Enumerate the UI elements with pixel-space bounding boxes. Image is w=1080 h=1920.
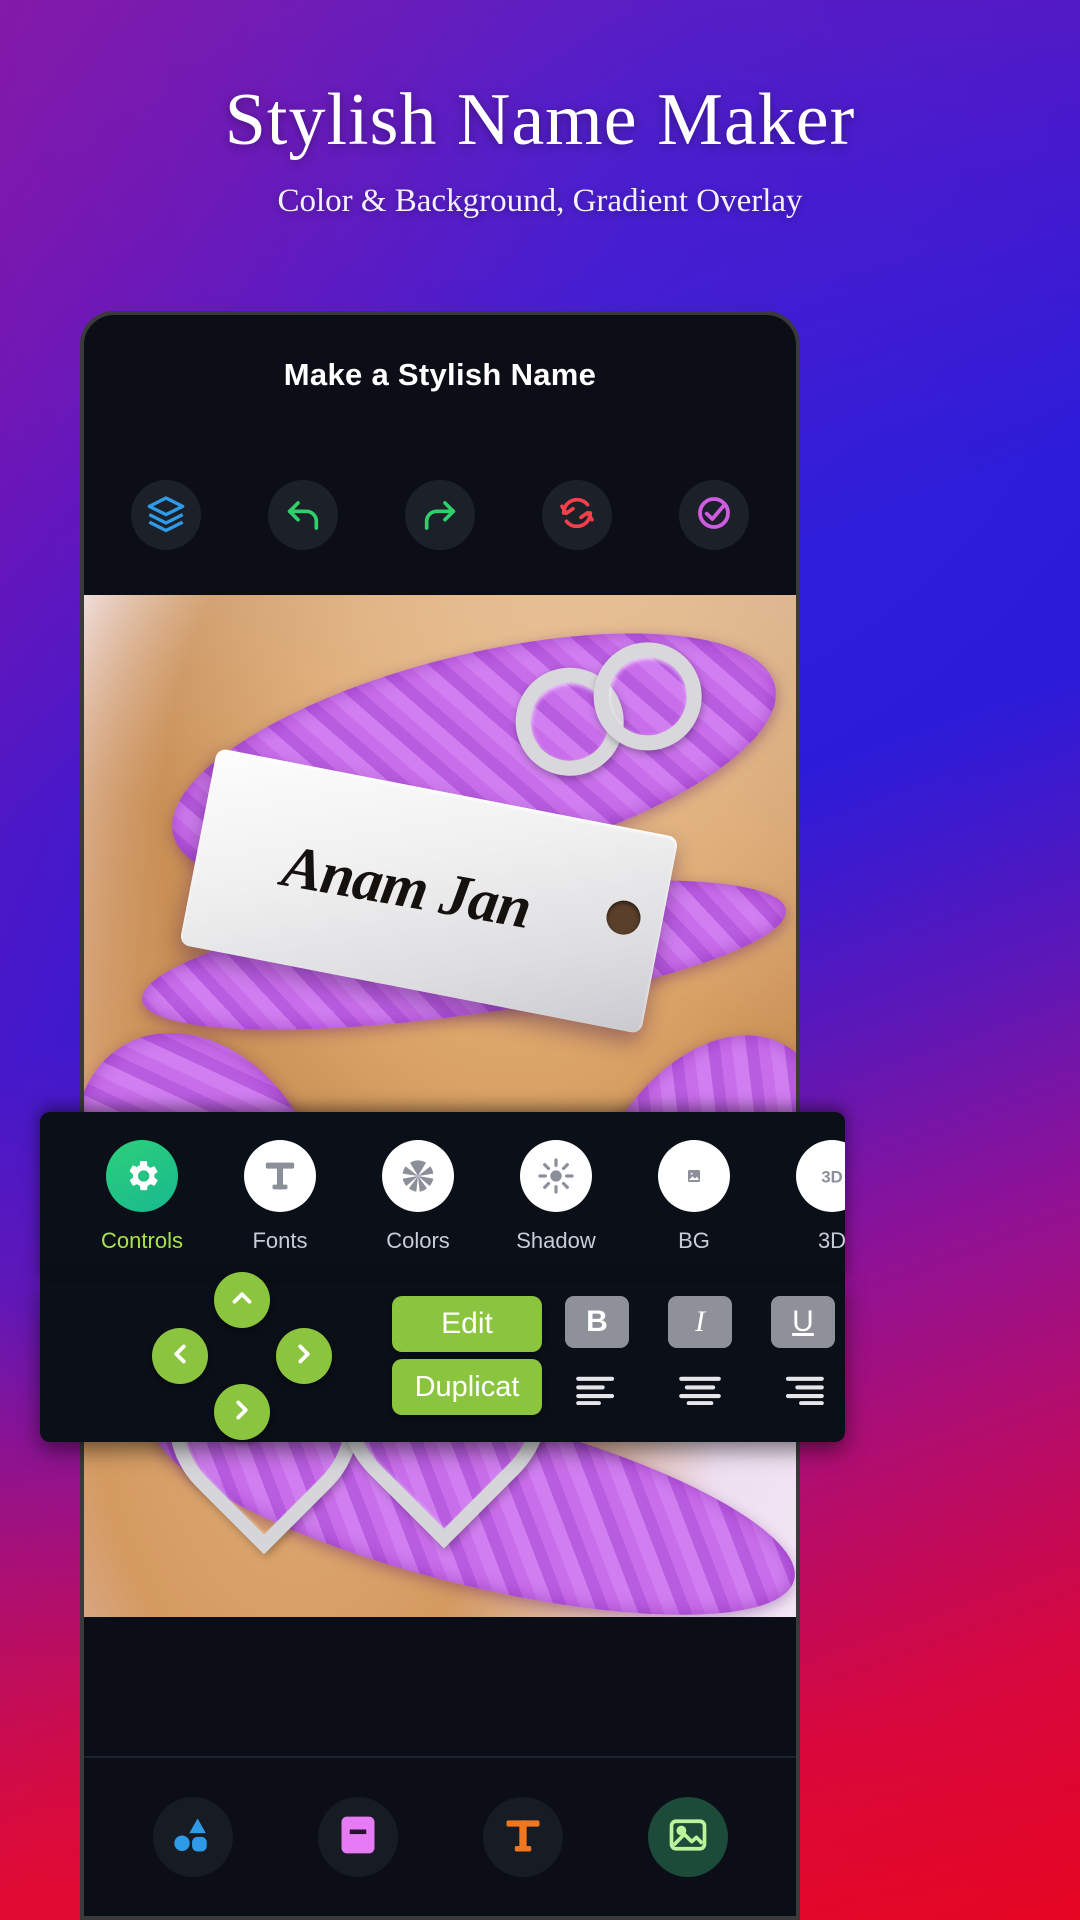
- editor-toolbar: [84, 435, 796, 595]
- tab-colors-label: Colors: [386, 1228, 450, 1253]
- text-icon: [501, 1813, 545, 1862]
- align-center-button[interactable]: [668, 1370, 732, 1414]
- text-t-icon: [244, 1140, 316, 1212]
- text-align-row: [565, 1370, 835, 1414]
- done-icon: [694, 493, 734, 538]
- italic-button[interactable]: I: [668, 1296, 732, 1348]
- move-down-button[interactable]: [214, 1384, 270, 1440]
- app-header-title: Make a Stylish Name: [283, 357, 597, 392]
- tab-shadow[interactable]: Shadow: [516, 1140, 596, 1254]
- controls-panel: Edit Duplicat B I U: [40, 1272, 845, 1442]
- move-left-button[interactable]: [152, 1328, 208, 1384]
- move-right-button[interactable]: [276, 1328, 332, 1384]
- undo-button[interactable]: [268, 480, 339, 550]
- tab-fonts-label: Fonts: [252, 1228, 308, 1253]
- tab-3d[interactable]: 3D 3D: [792, 1140, 845, 1254]
- reset-button[interactable]: [541, 480, 612, 550]
- edit-actions: Edit Duplicat: [392, 1296, 542, 1415]
- shapes-icon: [171, 1813, 215, 1862]
- cube-3d-icon: 3D: [796, 1140, 845, 1212]
- tab-controls[interactable]: Controls: [101, 1140, 183, 1254]
- template-icon: [336, 1813, 380, 1862]
- bold-button[interactable]: B: [565, 1296, 629, 1348]
- chevron-left-icon: [165, 1339, 195, 1374]
- reset-icon: [557, 493, 597, 538]
- app-header: Make a Stylish Name: [84, 315, 796, 435]
- sun-icon: [520, 1140, 592, 1212]
- promo-headline: Stylish Name Maker Color & Background, G…: [0, 78, 1080, 220]
- align-center-icon: [677, 1375, 723, 1410]
- design-canvas[interactable]: Anam Jan: [84, 595, 796, 1617]
- chevron-down-icon: [227, 1395, 257, 1430]
- tab-bg-label: BG: [678, 1228, 710, 1253]
- chevron-right-icon: [289, 1339, 319, 1374]
- color-wheel-icon: [382, 1140, 454, 1212]
- redo-icon: [420, 493, 460, 538]
- svg-text:3D: 3D: [821, 1168, 842, 1187]
- tab-fonts[interactable]: Fonts: [240, 1140, 320, 1254]
- done-button[interactable]: [678, 480, 749, 550]
- tab-controls-label: Controls: [101, 1228, 183, 1253]
- gear-icon: [106, 1140, 178, 1212]
- template-button[interactable]: [317, 1797, 398, 1877]
- underline-button[interactable]: U: [771, 1296, 835, 1348]
- name-text[interactable]: Anam Jan: [277, 831, 536, 942]
- gallery-icon: [666, 1813, 710, 1862]
- layers-icon: [146, 493, 186, 538]
- text-button[interactable]: [482, 1797, 563, 1877]
- tab-shadow-label: Shadow: [516, 1228, 596, 1253]
- shapes-button[interactable]: [152, 1797, 233, 1877]
- layers-button[interactable]: [131, 480, 202, 550]
- bottom-navigation: [84, 1756, 796, 1916]
- chevron-up-icon: [227, 1283, 257, 1318]
- tab-3d-label: 3D: [817, 1228, 845, 1253]
- editor-tab-strip[interactable]: Controls Fonts Colors Shadow BG 3D 3D: [40, 1112, 845, 1282]
- duplicate-button[interactable]: Duplicat: [392, 1359, 542, 1415]
- align-right-button[interactable]: [771, 1370, 835, 1414]
- align-left-button[interactable]: [565, 1370, 629, 1414]
- text-style-row: B I U: [565, 1296, 835, 1348]
- undo-icon: [283, 493, 323, 538]
- move-up-button[interactable]: [214, 1272, 270, 1328]
- align-left-icon: [574, 1375, 620, 1410]
- align-right-icon: [780, 1375, 826, 1410]
- page-title: Stylish Name Maker: [224, 79, 856, 161]
- tab-bg[interactable]: BG: [654, 1140, 734, 1254]
- tab-colors[interactable]: Colors: [378, 1140, 458, 1254]
- gallery-button[interactable]: [647, 1797, 728, 1877]
- image-icon: [658, 1140, 730, 1212]
- redo-button[interactable]: [404, 480, 475, 550]
- page-subtitle: Color & Background, Gradient Overlay: [277, 183, 803, 219]
- edit-button[interactable]: Edit: [392, 1296, 542, 1352]
- move-dpad: [152, 1272, 332, 1442]
